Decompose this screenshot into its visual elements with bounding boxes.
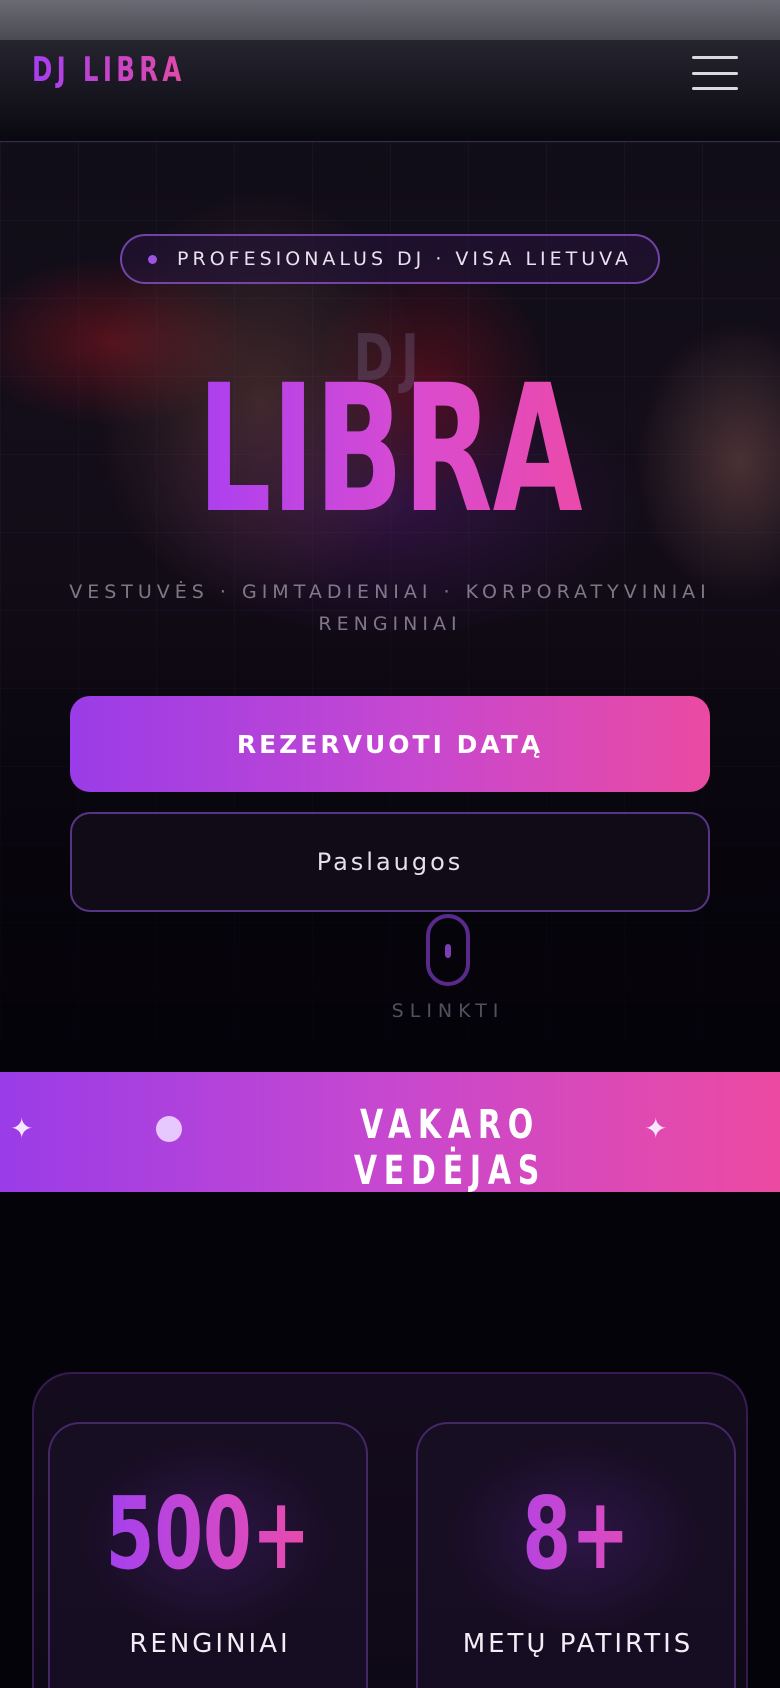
marquee-banner: ✦ VAKARO VEDĖJAS ✦ — [0, 1072, 780, 1194]
stats-panel: 500+ RENGINIAI 8+ METŲ PATIRTIS — [32, 1372, 748, 1688]
hamburger-menu-icon[interactable] — [692, 56, 738, 90]
status-bar-area — [0, 0, 780, 40]
stat-card-experience: 8+ METŲ PATIRTIS — [416, 1422, 736, 1688]
site-header: DJ LIBRA — [0, 40, 780, 142]
mouse-scroll-icon[interactable] — [426, 914, 470, 986]
sparkle-icon: ✦ — [644, 1112, 668, 1145]
stat-value: 500+ — [97, 1484, 318, 1584]
hero-subtitle: VESTUVĖS · GIMTADIENIAI · KORPORATYVINIA… — [69, 581, 711, 635]
logo[interactable]: DJ LIBRA — [32, 50, 186, 90]
scroll-label: SLINKTI — [391, 1000, 505, 1022]
tagline-text: PROFESIONALUS DJ · VISA LIETUVA — [177, 248, 632, 270]
tagline-badge: PROFESIONALUS DJ · VISA LIETUVA — [120, 234, 660, 284]
sparkle-icon: ✦ — [10, 1112, 34, 1145]
hero-section: PROFESIONALUS DJ · VISA LIETUVA DJ LIBRA… — [0, 142, 780, 1072]
stat-card-events: 500+ RENGINIAI — [48, 1422, 368, 1688]
reserve-date-button[interactable]: REZERVUOTI DATĄ — [70, 696, 710, 792]
tagline-dot-icon — [148, 254, 158, 264]
hero-title: LIBRA — [133, 362, 648, 538]
services-button[interactable]: Paslaugos — [70, 812, 710, 912]
stat-value: 8+ — [465, 1484, 686, 1584]
dot-icon — [156, 1116, 182, 1142]
stat-label: METŲ PATIRTIS — [462, 1629, 694, 1659]
stat-label: RENGINIAI — [129, 1629, 291, 1659]
banner-text: VAKARO VEDĖJAS — [353, 1102, 547, 1194]
